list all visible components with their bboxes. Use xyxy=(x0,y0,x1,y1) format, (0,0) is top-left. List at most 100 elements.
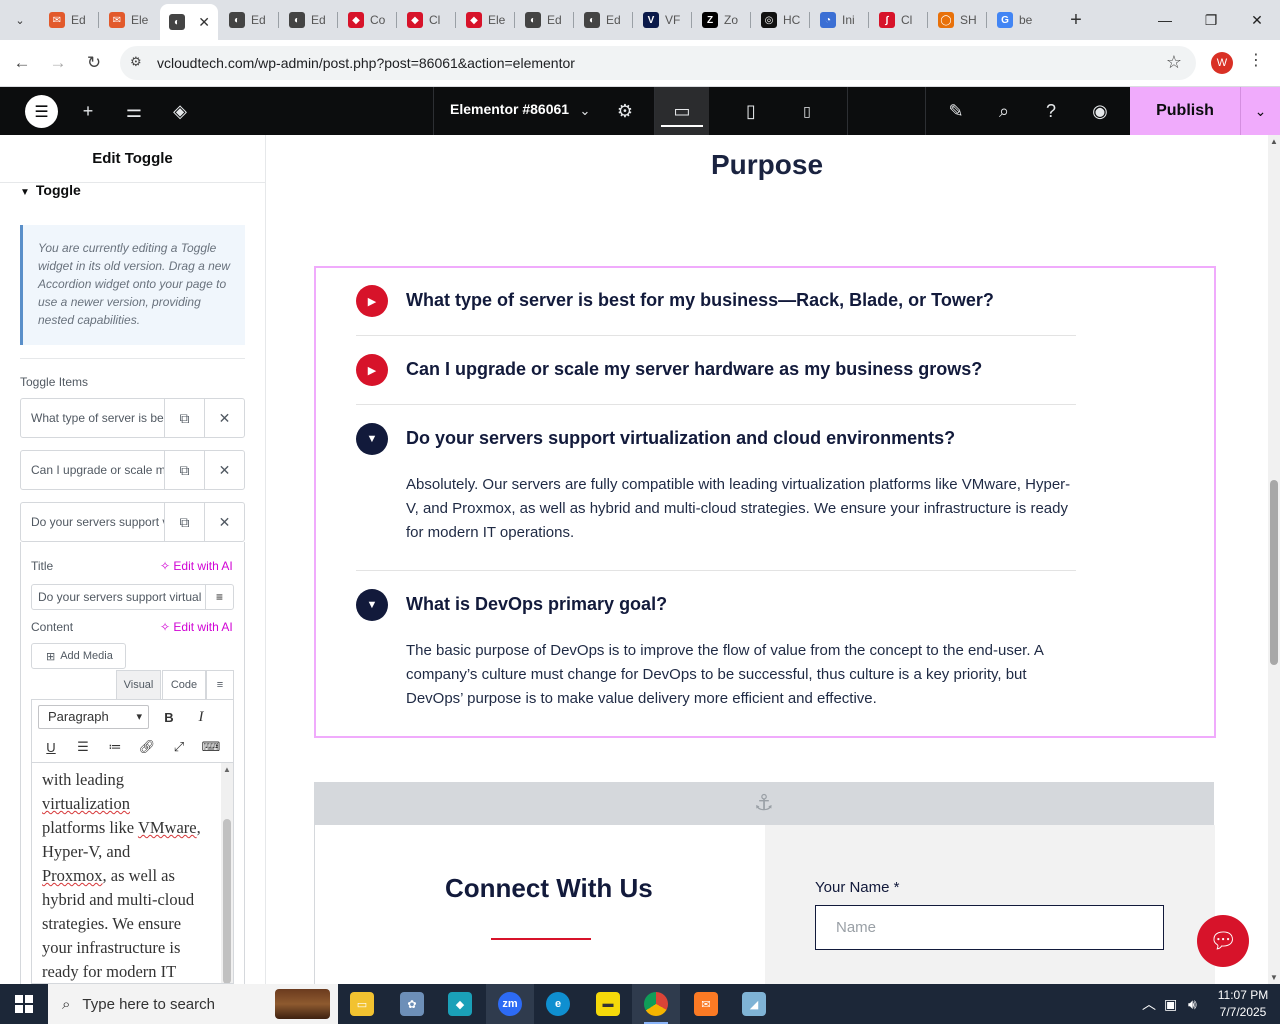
app-icon[interactable]: ◢ xyxy=(730,984,778,1024)
name-input[interactable]: Name xyxy=(815,905,1164,950)
tab-title[interactable]: Co xyxy=(370,13,385,27)
browser-tab[interactable]: ◔ Ini xyxy=(811,6,869,34)
repeater-item-title[interactable]: What type of server is be xyxy=(21,399,164,437)
faq-question[interactable]: What is DevOps primary goal? xyxy=(406,594,667,615)
browser-tab[interactable]: ◎ HC xyxy=(752,6,810,34)
duplicate-icon[interactable]: ⧉ xyxy=(164,503,204,541)
browser-tab[interactable]: ∫ Cl xyxy=(870,6,928,34)
caret-down-icon[interactable]: ▼ xyxy=(356,423,388,455)
tablet-view-icon[interactable]: ▯ xyxy=(724,87,778,135)
repeater-item[interactable]: What type of server is be ⧉ ✕ xyxy=(20,398,245,438)
omnibox[interactable]: ⚙ vcloudtech.com/wp-admin/post.php?post=… xyxy=(120,46,1196,80)
elementor-logo-icon[interactable]: ☰ xyxy=(25,95,58,128)
browser-tab[interactable]: ◐ Ed xyxy=(220,6,278,34)
browser-tab[interactable]: ◯ SH xyxy=(929,6,987,34)
editor-text[interactable]: with leading virtualization platforms like… xyxy=(42,768,212,983)
edit-with-ai-link[interactable]: ✧ Edit with AI xyxy=(160,620,233,634)
publish-button[interactable]: Publish xyxy=(1130,87,1240,135)
anchor-section-bar[interactable]: ⚓ xyxy=(314,782,1214,824)
preview-eye-icon[interactable]: ◉ xyxy=(1080,87,1120,135)
browser-tab[interactable]: Z Zo xyxy=(693,6,751,34)
desktop-view-icon[interactable]: ▭ xyxy=(655,87,709,135)
tab-title[interactable]: Ed xyxy=(547,13,562,27)
help-icon[interactable]: ? xyxy=(1031,87,1071,135)
toggle-section-header[interactable]: ▼ Toggle xyxy=(20,183,81,211)
tab-title[interactable]: Ed xyxy=(606,13,621,27)
duplicate-icon[interactable]: ⧉ xyxy=(164,451,204,489)
italic-icon[interactable]: I xyxy=(190,706,212,728)
title-input[interactable]: Do your servers support virtual ≡ xyxy=(31,584,234,610)
reload-icon[interactable]: ↻ xyxy=(80,49,108,77)
dynamic-tags-icon[interactable]: ≡ xyxy=(206,670,234,699)
repeater-item-open[interactable]: Do your servers support v ⧉ ✕ xyxy=(20,502,245,542)
bookmark-star-icon[interactable]: ☆ xyxy=(1166,52,1182,73)
tab-title[interactable]: Zo xyxy=(724,13,738,27)
taskbar-search-placeholder[interactable]: Type here to search xyxy=(82,996,215,1013)
browser-tab[interactable]: ◐ Ed xyxy=(280,6,338,34)
browser-tab[interactable]: ◐ Ed xyxy=(575,6,633,34)
tab-title[interactable]: Cl xyxy=(429,13,440,27)
network-icon[interactable]: ▣ xyxy=(1164,984,1177,1024)
dynamic-tags-icon[interactable]: ≡ xyxy=(205,585,233,609)
browser-tab[interactable]: ◆ Co xyxy=(339,6,397,34)
add-element-icon[interactable]: + xyxy=(68,87,108,135)
browser-tab[interactable]: Gbe xyxy=(988,6,1046,34)
mobile-view-icon[interactable]: ▯ xyxy=(780,87,834,135)
caret-down-icon[interactable]: ▼ xyxy=(356,589,388,621)
structure-layers-icon[interactable]: ◈ xyxy=(160,87,200,135)
tab-title[interactable]: Ini xyxy=(842,13,855,27)
tab-title[interactable]: Cl xyxy=(901,13,912,27)
underline-icon[interactable]: U xyxy=(40,736,62,758)
new-tab-button[interactable]: + xyxy=(1064,8,1088,32)
site-info-icon[interactable]: ⚙ xyxy=(130,54,142,70)
page-scrollbar[interactable]: ▲ ▼ xyxy=(1268,135,1280,984)
tab-title[interactable]: be xyxy=(1019,13,1032,27)
page-scroll-thumb[interactable] xyxy=(1270,480,1278,665)
finder-search-icon[interactable]: ⌕ xyxy=(984,87,1024,135)
publish-options-chevron-icon[interactable]: ⌄ xyxy=(1240,87,1280,135)
remove-icon[interactable]: ✕ xyxy=(204,451,244,489)
browser-tab[interactable]: V VF xyxy=(634,6,692,34)
numbered-list-icon[interactable]: ≔ xyxy=(104,736,126,758)
fullscreen-icon[interactable]: ⤢ xyxy=(168,736,190,758)
browser-tab[interactable]: ◆ Cl xyxy=(398,6,456,34)
tab-code[interactable]: Code xyxy=(162,670,206,699)
tray-chevron-icon[interactable]: ︿ xyxy=(1142,984,1156,1024)
link-icon[interactable]: 🔗︎ xyxy=(136,736,158,758)
back-icon[interactable]: ← xyxy=(8,49,36,77)
notes-megaphone-icon[interactable]: ✎ xyxy=(936,87,976,135)
taskbar-clock[interactable]: 11:07 PM 7/7/2025 xyxy=(1212,987,1274,1021)
zoom-app-icon[interactable]: zm xyxy=(486,984,534,1024)
tab-title[interactable]: Ele xyxy=(488,13,505,27)
scroll-up-icon[interactable]: ▲ xyxy=(1270,137,1278,146)
chat-widget-icon[interactable]: 💬︎ xyxy=(1197,915,1249,967)
tab-title[interactable]: Ele xyxy=(131,13,148,27)
url-text[interactable]: vcloudtech.com/wp-admin/post.php?post=86… xyxy=(157,55,575,71)
start-button[interactable] xyxy=(0,984,48,1024)
tab-title[interactable]: Ed xyxy=(71,13,86,27)
play-icon[interactable]: ▶ xyxy=(356,285,388,317)
xampp-icon[interactable]: ✉ xyxy=(682,984,730,1024)
editor-scrollbar[interactable]: ▲ xyxy=(221,763,233,983)
forward-icon[interactable]: → xyxy=(44,49,72,77)
site-settings-icon[interactable]: ⚌ xyxy=(114,87,154,135)
app-icon[interactable]: ✿ xyxy=(388,984,436,1024)
minimize-icon[interactable]: — xyxy=(1142,0,1188,40)
tab-close-icon[interactable]: ✕ xyxy=(198,14,210,31)
file-explorer-icon[interactable]: ▭ xyxy=(338,984,386,1024)
document-title[interactable]: Elementor #86061 xyxy=(450,101,569,117)
tab-title[interactable]: SH xyxy=(960,13,977,27)
browser-menu-icon[interactable]: ⋮ xyxy=(1248,50,1264,70)
toolbar-toggle-icon[interactable]: ⌨ xyxy=(200,736,222,758)
volume-icon[interactable]: 🔊︎ xyxy=(1188,984,1197,1024)
page-settings-gear-icon[interactable]: ⚙ xyxy=(605,87,645,135)
play-icon[interactable]: ▶ xyxy=(356,354,388,386)
add-media-button[interactable]: ⊞ Add Media xyxy=(31,643,126,669)
browser-tab[interactable]: ✉ Ele xyxy=(100,6,158,34)
duplicate-icon[interactable]: ⧉ xyxy=(164,399,204,437)
tab-title[interactable]: HC xyxy=(783,13,800,27)
editor-scroll-thumb[interactable] xyxy=(223,819,231,983)
format-select[interactable]: Paragraph xyxy=(38,705,149,729)
bold-icon[interactable]: B xyxy=(158,706,180,728)
tab-title[interactable]: Ed xyxy=(311,13,326,27)
